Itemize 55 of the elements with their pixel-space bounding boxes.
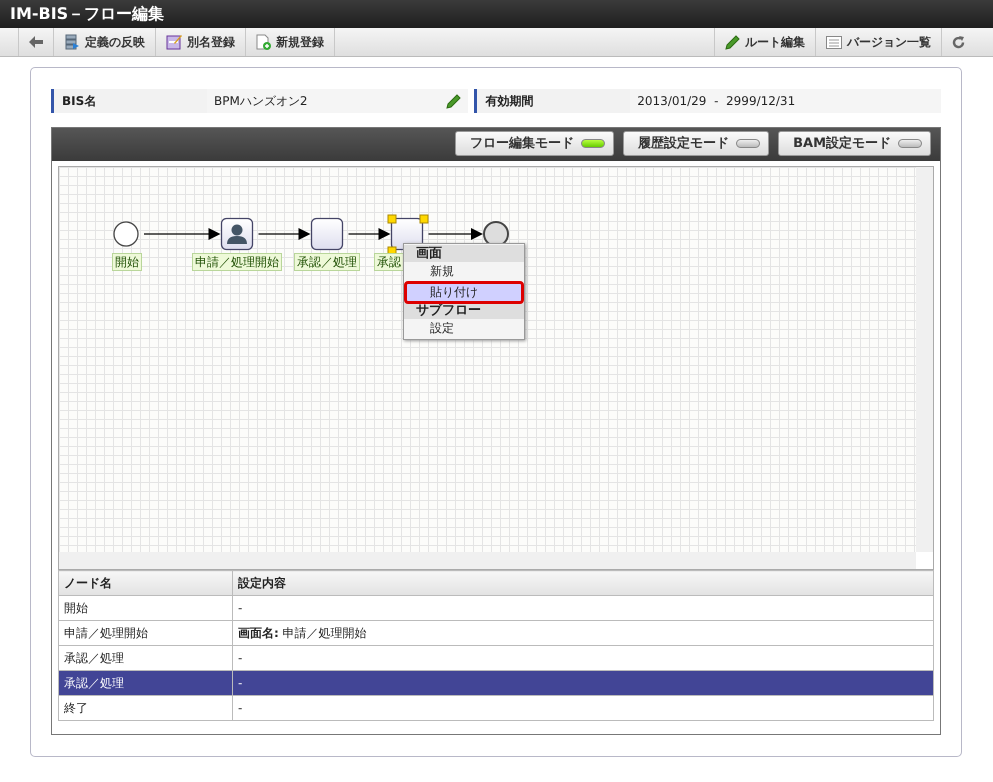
field-label: 有効期間 (474, 89, 626, 113)
menu-item[interactable]: 貼り付け (404, 281, 524, 304)
column-header: ノード名 (58, 570, 232, 596)
table-cell[interactable]: - (232, 670, 934, 696)
node-label: 承認／処理 (294, 253, 360, 271)
node-label: 申請／処理開始 (192, 253, 282, 271)
vertical-scrollbar[interactable] (916, 167, 933, 552)
connector-arrow[interactable] (258, 228, 310, 240)
field-value: BPMハンズオン2 (214, 93, 308, 110)
back-button[interactable] (18, 28, 54, 56)
table-cell[interactable]: 申請／処理開始 (58, 620, 232, 646)
mode-button[interactable]: BAM設定モード (778, 131, 931, 156)
start-event[interactable] (113, 221, 139, 247)
toolbar-button[interactable]: 新規登録 (246, 28, 335, 56)
indicator-light (581, 139, 606, 148)
mode-button[interactable]: 履歴設定モード (623, 131, 770, 156)
connector-arrow[interactable] (144, 228, 220, 240)
edit-pencil-icon[interactable] (446, 94, 462, 108)
mode-button[interactable]: フロー編集モード (455, 131, 614, 156)
menu-header: 画面 (404, 245, 524, 262)
table-cell[interactable]: - (232, 696, 934, 720)
connector-arrow[interactable] (348, 228, 390, 240)
window-title: IM-BIS－フロー編集 (10, 4, 164, 23)
refresh-icon (952, 36, 965, 48)
task-node[interactable] (310, 218, 344, 250)
toolbar-button[interactable]: バージョン一覧 (815, 28, 941, 56)
resize-handle[interactable] (420, 214, 428, 224)
form-icon (166, 34, 182, 50)
flow-canvas[interactable]: 開始 申請／処理開始 承認／処理 承認 画面 新規 貼り付け サブフロー 設定 (58, 166, 934, 570)
table-cell[interactable]: 開始 (58, 596, 232, 620)
indicator-light (898, 139, 922, 148)
back-arrow-icon (29, 36, 43, 48)
node-label: 承認 (374, 253, 404, 271)
menu-item[interactable]: 新規 (404, 260, 524, 283)
toolbar-button[interactable]: 別名登録 (156, 28, 246, 56)
table-cell[interactable]: 承認／処理 (58, 670, 232, 696)
table-cell[interactable]: 画面名: 申請／処理開始 (232, 620, 934, 646)
server-icon (64, 34, 80, 50)
field-label: BIS名 (51, 89, 203, 113)
column-header: 設定内容 (232, 570, 934, 596)
task-node[interactable] (220, 218, 254, 250)
toolbar-button[interactable]: 定義の反映 (54, 28, 156, 56)
resize-handle[interactable] (388, 214, 396, 224)
table-cell[interactable]: 終了 (58, 696, 232, 720)
toolbar-button[interactable]: ルート編集 (714, 28, 815, 56)
indicator-light (736, 139, 760, 148)
table-cell[interactable]: - (232, 596, 934, 620)
menu-item[interactable]: 設定 (404, 317, 524, 340)
new-document-icon (256, 34, 271, 50)
pencil-icon (725, 34, 740, 50)
node-label: 開始 (112, 253, 142, 271)
horizontal-scrollbar[interactable] (59, 552, 916, 569)
connector-arrow[interactable] (428, 228, 483, 240)
list-icon (826, 36, 842, 48)
field-value: 2013/01/29 - 2999/12/31 (637, 93, 796, 110)
